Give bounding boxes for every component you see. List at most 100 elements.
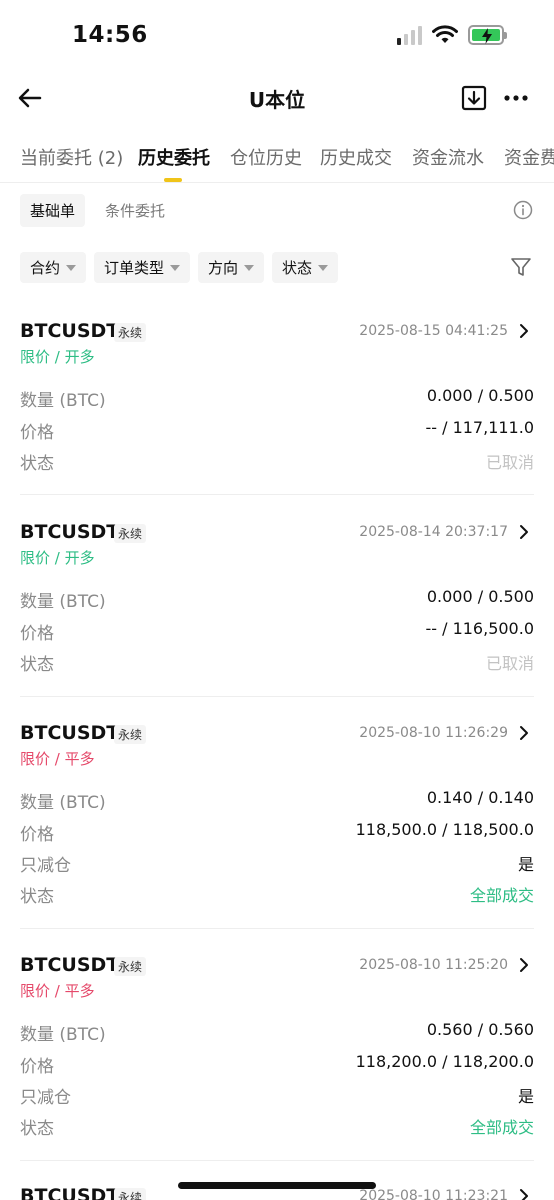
chevron-right-icon[interactable] — [518, 957, 530, 973]
tab-current-orders[interactable]: 当前委托 (2) — [20, 144, 123, 170]
chevron-right-icon[interactable] — [518, 725, 530, 741]
order-type: 限价 / 开多 — [20, 348, 95, 366]
nav-bar: U本位 — [0, 76, 554, 120]
order-card[interactable]: BTCUSDT 永续 2025-08-14 20:37:17 限价 / 开多 数… — [20, 521, 534, 681]
download-icon[interactable] — [460, 84, 488, 112]
order-symbol: BTCUSDT — [20, 954, 120, 976]
reduce-only-row: 只减仓 是 — [20, 1083, 534, 1108]
quantity-row: 数量 (BTC) 0.560 / 0.560 — [20, 1020, 534, 1045]
order-time: 2025-08-14 20:37:17 — [359, 524, 508, 540]
reduce-only-row: 只减仓 是 — [20, 851, 534, 876]
tab-funding-fee[interactable]: 资金费 — [504, 144, 554, 170]
order-symbol: BTCUSDT — [20, 1185, 120, 1200]
price-value: -- / 116,500.0 — [425, 619, 534, 638]
price-label: 价格 — [20, 825, 54, 845]
status-value: 全部成交 — [469, 886, 534, 905]
home-indicator[interactable] — [178, 1182, 376, 1189]
status-bar: 14:56 — [0, 0, 554, 76]
price-label: 价格 — [20, 1057, 54, 1077]
status-row: 状态 已取消 — [20, 449, 534, 474]
filter-label: 订单类型 — [104, 259, 165, 277]
status-value: 已取消 — [485, 453, 534, 472]
divider — [20, 494, 534, 495]
price-row: 价格 118,200.0 / 118,200.0 — [20, 1052, 534, 1077]
wifi-icon — [432, 25, 458, 43]
order-symbol: BTCUSDT — [20, 722, 120, 744]
chevron-right-icon[interactable] — [518, 524, 530, 540]
filter-direction[interactable]: 方向 — [198, 252, 265, 283]
quantity-value: 0.000 / 0.500 — [426, 587, 534, 606]
funnel-filter-icon[interactable] — [510, 256, 532, 278]
tab-bar: 当前委托 (2) 历史委托 仓位历史 历史成交 资金流水 资金费 — [0, 144, 554, 182]
caret-down-icon — [66, 264, 77, 271]
reduce-only-label: 只减仓 — [20, 856, 71, 876]
divider — [20, 928, 534, 929]
perpetual-badge: 永续 — [114, 725, 147, 744]
order-type: 限价 / 开多 — [20, 549, 95, 567]
order-time: 2025-08-15 04:41:25 — [359, 323, 508, 339]
filter-bar: 合约 订单类型 方向 状态 — [20, 252, 339, 283]
perpetual-badge: 永续 — [114, 1188, 147, 1200]
reduce-only-value: 是 — [517, 1087, 534, 1106]
chevron-right-icon[interactable] — [518, 323, 530, 339]
quantity-row: 数量 (BTC) 0.000 / 0.500 — [20, 386, 534, 411]
status-row: 状态 全部成交 — [20, 882, 534, 907]
quantity-value: 0.000 / 0.500 — [426, 386, 534, 405]
status-label: 状态 — [20, 454, 54, 474]
price-value: -- / 117,111.0 — [425, 418, 534, 437]
reduce-only-value: 是 — [517, 855, 534, 874]
order-type-subtabs: 基础单 条件委托 — [20, 193, 185, 227]
price-label: 价格 — [20, 624, 54, 644]
status-time: 14:56 — [72, 22, 148, 48]
filter-label: 状态 — [282, 259, 313, 277]
order-card[interactable]: BTCUSDT 永续 2025-08-10 11:26:29 限价 / 平多 数… — [20, 722, 534, 912]
tab-order-history[interactable]: 历史委托 — [138, 144, 210, 170]
order-card[interactable]: BTCUSDT 永续 2025-08-10 11:25:20 限价 / 平多 数… — [20, 954, 534, 1144]
quantity-label: 数量 (BTC) — [20, 592, 106, 612]
status-row: 状态 已取消 — [20, 650, 534, 675]
price-row: 价格 -- / 116,500.0 — [20, 619, 534, 644]
order-symbol: BTCUSDT — [20, 521, 120, 543]
filter-label: 方向 — [208, 259, 239, 277]
status-value: 已取消 — [485, 654, 534, 673]
filter-status[interactable]: 状态 — [272, 252, 339, 283]
price-value: 118,500.0 / 118,500.0 — [355, 820, 534, 839]
caret-down-icon — [244, 264, 255, 271]
quantity-value: 0.140 / 0.140 — [426, 788, 534, 807]
subtab-conditional-order[interactable]: 条件委托 — [95, 194, 175, 227]
order-type: 限价 / 平多 — [20, 750, 95, 768]
order-type: 限价 / 平多 — [20, 982, 95, 1000]
order-time: 2025-08-10 11:23:21 — [359, 1188, 508, 1200]
order-time: 2025-08-10 11:26:29 — [359, 725, 508, 741]
perpetual-badge: 永续 — [114, 323, 147, 342]
divider — [20, 1160, 534, 1161]
status-label: 状态 — [20, 887, 54, 907]
subtab-basic-order[interactable]: 基础单 — [20, 193, 86, 227]
quantity-row: 数量 (BTC) 0.140 / 0.140 — [20, 788, 534, 813]
price-row: 价格 -- / 117,111.0 — [20, 418, 534, 443]
order-time: 2025-08-10 11:25:20 — [359, 957, 508, 973]
perpetual-badge: 永续 — [114, 957, 147, 976]
quantity-value: 0.560 / 0.560 — [426, 1020, 534, 1039]
tab-trade-history[interactable]: 历史成交 — [320, 144, 392, 170]
battery-icon — [468, 25, 507, 45]
filter-order-type[interactable]: 订单类型 — [94, 252, 191, 283]
status-label: 状态 — [20, 1119, 54, 1139]
tab-funding-flow[interactable]: 资金流水 — [412, 144, 484, 170]
price-label: 价格 — [20, 423, 54, 443]
order-card[interactable]: BTCUSDT 永续 2025-08-15 04:41:25 限价 / 开多 数… — [20, 320, 534, 480]
more-options-icon[interactable] — [502, 84, 530, 112]
tab-position-history[interactable]: 仓位历史 — [230, 144, 302, 170]
divider — [0, 182, 554, 183]
filter-label: 合约 — [30, 259, 61, 277]
caret-down-icon — [170, 264, 181, 271]
filter-contract[interactable]: 合约 — [20, 252, 87, 283]
info-icon[interactable] — [513, 200, 533, 220]
chevron-right-icon[interactable] — [518, 1188, 530, 1200]
quantity-label: 数量 (BTC) — [20, 1025, 106, 1045]
cellular-signal-icon — [397, 25, 422, 45]
quantity-label: 数量 (BTC) — [20, 793, 106, 813]
divider — [20, 696, 534, 697]
status-label: 状态 — [20, 655, 54, 675]
quantity-label: 数量 (BTC) — [20, 391, 106, 411]
